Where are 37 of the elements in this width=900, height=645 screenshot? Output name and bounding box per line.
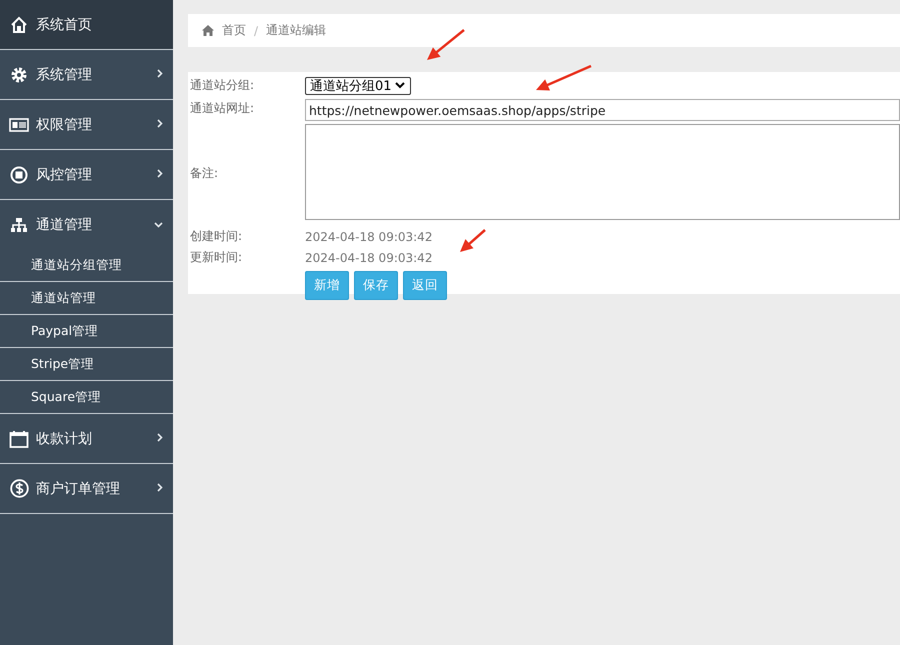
sidebar-item[interactable]: 商户订单管理: [0, 464, 173, 514]
created-time: 2024-04-18 09:03:42: [305, 230, 432, 244]
sidebar-item[interactable]: 通道管理: [0, 200, 173, 249]
sidebar-item[interactable]: 系统管理: [0, 50, 173, 100]
annotation-arrow: [460, 229, 486, 252]
home-icon: [9, 16, 29, 34]
annotation-arrow: [536, 64, 592, 91]
sidebar-item[interactable]: 系统首页: [0, 0, 173, 50]
gear-icon: [9, 66, 29, 84]
sidebar-subitem[interactable]: 通道站分组管理: [0, 249, 173, 282]
caret-icon: [395, 82, 405, 89]
calendar-icon: [9, 430, 29, 448]
field-label: 创建时间:: [190, 228, 244, 245]
sitemap-icon: [9, 216, 29, 232]
annotation-arrow: [427, 29, 465, 60]
sidebar-subitem[interactable]: Stripe管理: [0, 348, 173, 381]
sidebar-item[interactable]: 权限管理: [0, 100, 173, 150]
breadcrumb-current: 通道站编辑: [266, 22, 326, 39]
sidebar-subitem[interactable]: Square管理: [0, 381, 173, 414]
sidebar-subitem[interactable]: Paypal管理: [0, 315, 173, 348]
field-label: 通道站网址:: [190, 100, 256, 117]
field-label: 备注:: [190, 165, 220, 182]
url-field[interactable]: https://netnewpower.oemsaas.shop/apps/stripe: [305, 99, 900, 121]
id-card-icon: [9, 116, 29, 132]
sidebar-item[interactable]: 收款计划: [0, 414, 173, 464]
note-field[interactable]: [305, 124, 900, 220]
field-label: 更新时间:: [190, 249, 244, 266]
updated-time: 2024-04-18 09:03:42: [305, 250, 432, 264]
sidebar-item[interactable]: 风控管理: [0, 150, 173, 200]
field-label: 通道站分组:: [190, 77, 256, 94]
stop-circle-icon: [9, 166, 29, 184]
breadcrumb-separator: /: [254, 24, 258, 38]
group-select[interactable]: 通道站分组01: [305, 76, 411, 94]
home-icon: [202, 25, 214, 36]
breadcrumb-link[interactable]: 首页: [222, 22, 246, 39]
dollar-icon: [9, 479, 29, 498]
sidebar-subitem[interactable]: 通道站管理: [0, 282, 173, 315]
